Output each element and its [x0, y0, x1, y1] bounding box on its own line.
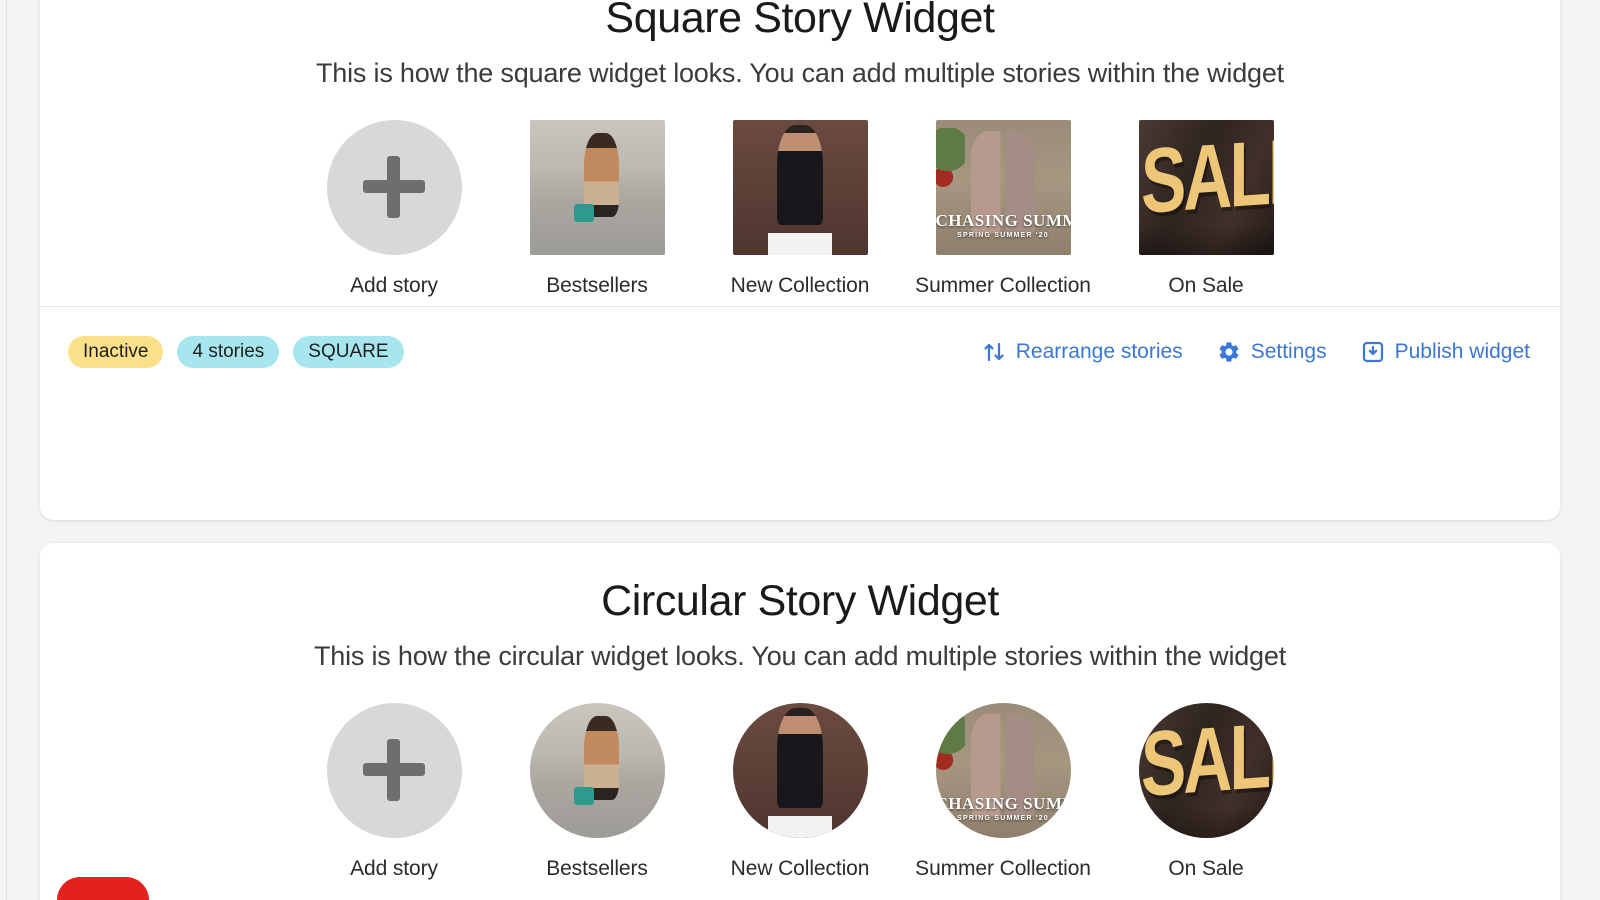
widgets-page: Square Story Widget This is how the squa…: [0, 0, 1600, 900]
square-stories-row: Add story Bestsellers New Collection CHA…: [70, 119, 1530, 298]
story-label: Bestsellers: [546, 856, 648, 880]
square-story-widget-card: Square Story Widget This is how the squa…: [40, 0, 1560, 520]
footer-actions: Rearrange stories Settings Publish widge…: [982, 340, 1530, 364]
sort-arrows-icon: [982, 340, 1006, 364]
circular-widget-body: Circular Story Widget This is how the ci…: [40, 543, 1560, 889]
story-image-subcaption: SPRING SUMMER '20: [957, 814, 1049, 822]
story-label: On Sale: [1168, 273, 1244, 297]
badge-group: Inactive 4 stories SQUARE: [68, 336, 404, 369]
story-item-bestsellers[interactable]: Bestsellers: [529, 702, 665, 881]
story-thumbnail[interactable]: [529, 702, 665, 838]
settings-button[interactable]: Settings: [1217, 340, 1327, 364]
story-label: Summer Collection: [915, 273, 1091, 297]
story-thumbnail[interactable]: [529, 119, 665, 255]
story-item-summer-collection[interactable]: CHASING SUMMER SPRING SUMMER '20 Summer …: [915, 119, 1091, 298]
widget-type-badge: SQUARE: [293, 336, 404, 369]
story-item-bestsellers[interactable]: Bestsellers: [529, 119, 665, 298]
story-label: Bestsellers: [546, 273, 648, 297]
add-story-button[interactable]: Add story: [326, 702, 462, 881]
story-item-on-sale[interactable]: SALE On Sale: [1138, 702, 1274, 881]
story-label: New Collection: [730, 273, 870, 297]
plus-icon: [363, 739, 425, 802]
circular-stories-row: Add story Bestsellers New Collection CHA…: [70, 702, 1530, 881]
story-image-sale-text: SALE: [1141, 119, 1274, 234]
square-widget-footer: Inactive 4 stories SQUARE Rearrange stor…: [40, 305, 1560, 398]
settings-label: Settings: [1250, 340, 1327, 364]
story-label: On Sale: [1168, 856, 1244, 880]
story-label: Summer Collection: [915, 856, 1091, 880]
story-image-caption: CHASING SUMMER: [935, 210, 1071, 230]
story-image-new-collection: [732, 119, 868, 255]
story-thumbnail[interactable]: [732, 119, 868, 255]
story-image-sale-text: SALE: [1141, 702, 1274, 817]
story-image-bestsellers: [529, 119, 665, 255]
story-thumbnail[interactable]: [732, 702, 868, 838]
circular-widget-title: Circular Story Widget: [601, 577, 999, 625]
story-label: New Collection: [730, 856, 870, 880]
plus-icon: [363, 156, 425, 219]
add-story-circle[interactable]: [326, 119, 462, 255]
story-item-on-sale[interactable]: SALE On Sale: [1138, 119, 1274, 298]
add-story-button[interactable]: Add story: [326, 119, 462, 298]
story-thumbnail[interactable]: SALE: [1138, 702, 1274, 838]
circular-story-widget-card: Circular Story Widget This is how the ci…: [40, 543, 1560, 900]
story-item-new-collection[interactable]: New Collection: [730, 119, 870, 298]
add-story-label: Add story: [350, 856, 438, 880]
story-image-new-collection: [732, 702, 868, 838]
publish-widget-label: Publish widget: [1394, 340, 1530, 364]
page-title: Square Story Widget: [605, 0, 995, 42]
story-count-badge: 4 stories: [177, 336, 280, 369]
publish-download-icon: [1361, 340, 1385, 364]
publish-widget-button[interactable]: Publish widget: [1361, 340, 1530, 364]
story-image-subcaption: SPRING SUMMER '20: [957, 231, 1049, 239]
floating-action-pill[interactable]: [57, 877, 149, 900]
story-image-bestsellers: [529, 702, 665, 838]
rearrange-stories-button[interactable]: Rearrange stories: [982, 340, 1183, 364]
story-item-new-collection[interactable]: New Collection: [730, 702, 870, 881]
square-widget-body: Square Story Widget This is how the squa…: [40, 0, 1560, 306]
add-story-circle[interactable]: [326, 702, 462, 838]
add-story-label: Add story: [350, 273, 438, 297]
status-badge: Inactive: [68, 336, 164, 369]
story-thumbnail[interactable]: CHASING SUMMER SPRING SUMMER '20: [935, 119, 1071, 255]
gear-icon: [1217, 340, 1241, 364]
rearrange-stories-label: Rearrange stories: [1015, 340, 1183, 364]
circular-widget-subtitle: This is how the circular widget looks. Y…: [313, 641, 1286, 672]
story-thumbnail[interactable]: CHASING SUMMER SPRING SUMMER '20: [935, 702, 1071, 838]
widget-subtitle: This is how the square widget looks. You…: [316, 58, 1284, 89]
story-thumbnail[interactable]: SALE: [1138, 119, 1274, 255]
story-image-caption: CHASING SUMMER: [935, 793, 1071, 813]
story-item-summer-collection[interactable]: CHASING SUMMER SPRING SUMMER '20 Summer …: [915, 702, 1091, 881]
